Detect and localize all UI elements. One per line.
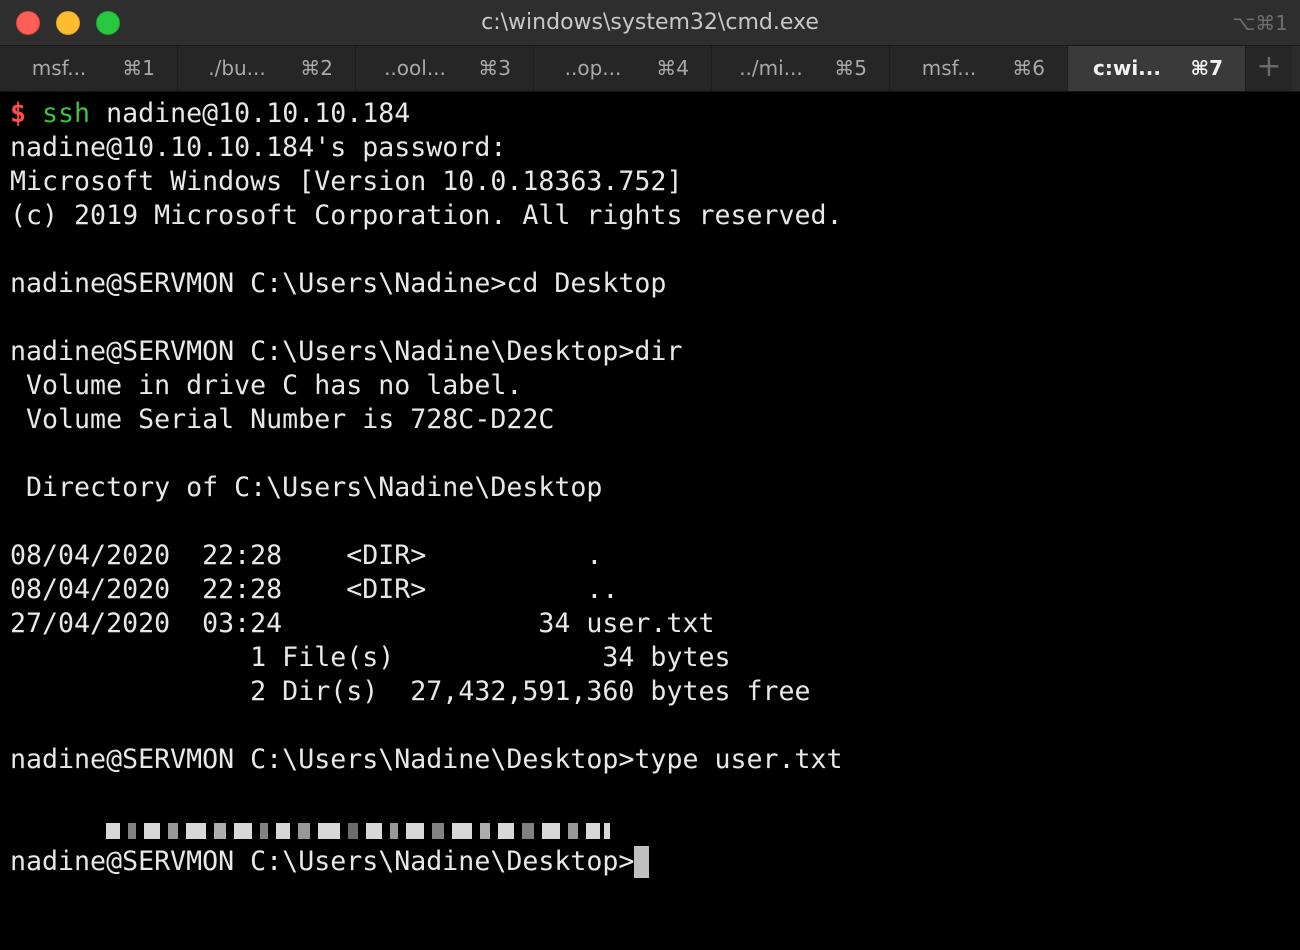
- new-tab-button[interactable]: +: [1246, 46, 1292, 91]
- tab-label: c:wi...: [1093, 56, 1161, 80]
- ssh-command: ssh: [42, 98, 91, 129]
- window-title: c:\windows\system32\cmd.exe: [481, 10, 819, 35]
- tab-5[interactable]: ../mi... ⌘5: [712, 46, 890, 91]
- tab-shortcut: ⌘7: [1190, 56, 1223, 80]
- ssh-command-line: $ ssh nadine@10.10.10.184: [10, 97, 1295, 131]
- plus-icon: +: [1256, 49, 1282, 84]
- title-bar[interactable]: c:\windows\system32\cmd.exe ⌥⌘1: [0, 0, 1300, 46]
- output-line: (c) 2019 Microsoft Corporation. All righ…: [10, 200, 843, 231]
- tab-2[interactable]: ./bu... ⌘2: [178, 46, 356, 91]
- output-line: Volume in drive C has no label.: [10, 370, 523, 401]
- output-line: nadine@SERVMON C:\Users\Nadine\Desktop>d…: [10, 336, 683, 367]
- output-line: 27/04/2020 03:24 34 user.txt: [10, 608, 715, 639]
- ssh-target: nadine@10.10.10.184: [106, 98, 411, 129]
- output-line: nadine@SERVMON C:\Users\Nadine>cd Deskto…: [10, 268, 667, 299]
- tab-label: ..ool...: [384, 56, 446, 80]
- output-line: 08/04/2020 22:28 <DIR> .: [10, 540, 603, 571]
- tab-shortcut: ⌘1: [122, 56, 155, 80]
- output-line: nadine@10.10.10.184's password:: [10, 132, 507, 163]
- output-line: Microsoft Windows [Version 10.0.18363.75…: [10, 166, 683, 197]
- output-line: 1 File(s) 34 bytes: [10, 642, 731, 673]
- output-line: 08/04/2020 22:28 <DIR> ..: [10, 574, 619, 605]
- tab-shortcut: ⌘5: [834, 56, 867, 80]
- prompt-symbol: $: [10, 98, 27, 129]
- tab-6[interactable]: msf... ⌘6: [890, 46, 1068, 91]
- tab-4[interactable]: ..op... ⌘4: [534, 46, 712, 91]
- tab-7-active[interactable]: c:wi... ⌘7: [1068, 46, 1246, 91]
- output-line: 2 Dir(s) 27,432,591,360 bytes free: [10, 676, 811, 707]
- output-line: Volume Serial Number is 728C-D22C: [10, 404, 555, 435]
- tab-label: ./bu...: [208, 56, 266, 80]
- window-shortcut: ⌥⌘1: [1232, 11, 1288, 35]
- tab-label: ../mi...: [739, 56, 803, 80]
- tab-3[interactable]: ..ool... ⌘3: [356, 46, 534, 91]
- final-prompt: nadine@SERVMON C:\Users\Nadine\Desktop>: [10, 846, 635, 877]
- tab-bar: msf... ⌘1 ./bu... ⌘2 ..ool... ⌘3 ..op...…: [0, 46, 1300, 92]
- terminal-output[interactable]: $ ssh nadine@10.10.10.184 nadine@10.10.1…: [10, 97, 1295, 942]
- output-line: Directory of C:\Users\Nadine\Desktop: [10, 472, 603, 503]
- terminal-window: c:\windows\system32\cmd.exe ⌥⌘1 msf... ⌘…: [0, 0, 1300, 950]
- tab-shortcut: ⌘2: [300, 56, 333, 80]
- tab-label: ..op...: [564, 56, 622, 80]
- tab-shortcut: ⌘6: [1012, 56, 1045, 80]
- tab-shortcut: ⌘4: [656, 56, 689, 80]
- tab-shortcut: ⌘3: [478, 56, 511, 80]
- tab-1[interactable]: msf... ⌘1: [0, 46, 178, 91]
- redacted-flag: [106, 818, 611, 840]
- tab-label: msf...: [31, 56, 87, 80]
- tab-label: msf...: [921, 56, 977, 80]
- output-line: nadine@SERVMON C:\Users\Nadine\Desktop>t…: [10, 744, 843, 775]
- text-cursor: [634, 846, 650, 878]
- redacted-flag-line: [10, 777, 1295, 839]
